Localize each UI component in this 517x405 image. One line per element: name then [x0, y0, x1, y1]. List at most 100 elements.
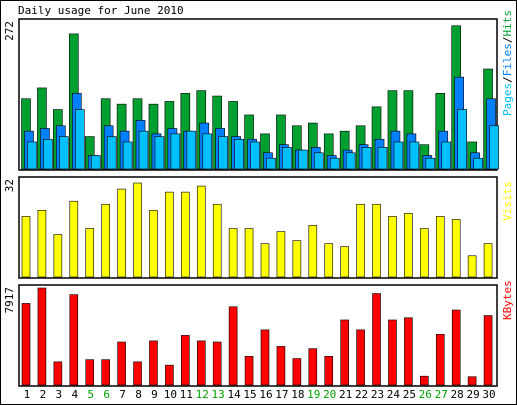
- legend-visits: Visits: [501, 181, 514, 221]
- kbytes-bar-17: [276, 346, 286, 386]
- visits-bar-25: [404, 213, 413, 278]
- kbytes-bar-11: [181, 335, 190, 386]
- x-tick-label-25: 25: [403, 388, 416, 401]
- chart-container: Daily usage for June 2010 272 32 7917 Pages…: [0, 0, 517, 405]
- kbytes-bar-20: [324, 356, 334, 386]
- visits-bar-5: [85, 228, 95, 278]
- visits-bar-27: [435, 216, 445, 278]
- panel-2-ymax-label: 32: [3, 179, 16, 192]
- pages-bar-20: [329, 157, 340, 170]
- x-tick-label-30: 30: [482, 388, 495, 401]
- pages-bar-2: [43, 138, 53, 170]
- kbytes-bar-26: [420, 375, 429, 386]
- x-tick-label-22: 22: [355, 388, 368, 401]
- visits-bar-24: [388, 216, 397, 278]
- pages-bar-25: [409, 141, 420, 170]
- x-tick-label-2: 2: [40, 388, 47, 401]
- visits-bar-22: [356, 203, 365, 278]
- x-tick-label-23: 23: [371, 388, 384, 401]
- kbytes-bar-21: [340, 319, 349, 386]
- visits-bar-1: [21, 216, 31, 278]
- visits-bar-13: [212, 203, 222, 278]
- legend-visits-part-0: Visits: [501, 181, 514, 221]
- pages-bar-21: [345, 152, 356, 170]
- x-tick-label-20: 20: [323, 388, 336, 401]
- x-tick-label-16: 16: [259, 388, 272, 401]
- pages-bar-5: [90, 155, 101, 170]
- pages-bar-6: [106, 136, 117, 170]
- x-tick-label-21: 21: [339, 388, 352, 401]
- kbytes-bar-14: [228, 306, 238, 386]
- visits-bar-12: [196, 185, 206, 278]
- kbytes-bar-13: [212, 341, 222, 386]
- x-tick-label-8: 8: [135, 388, 142, 401]
- x-tick-label-13: 13: [212, 388, 225, 401]
- kbytes-bar-30: [483, 315, 493, 386]
- kbytes-bar-6: [101, 359, 110, 386]
- visits-bar-11: [181, 191, 190, 278]
- pages-bar-1: [27, 141, 37, 170]
- legend-kbytes: KBytes: [501, 280, 514, 320]
- x-tick-label-24: 24: [387, 388, 401, 401]
- legend-pages-files-hits: Pages/Files/Hits: [501, 10, 514, 116]
- visits-bar-21: [340, 246, 349, 278]
- pages-bar-9: [154, 136, 165, 170]
- pages-bar-14: [234, 138, 244, 170]
- kbytes-bar-9: [149, 340, 158, 386]
- kbytes-bar-7: [117, 341, 126, 386]
- visits-bar-10: [165, 191, 174, 278]
- kbytes-bar-1: [21, 303, 31, 386]
- visits-bar-19: [308, 225, 318, 278]
- kbytes-bar-28: [451, 309, 461, 386]
- legend-kbytes-part-0: KBytes: [501, 280, 514, 320]
- x-tick-label-6: 6: [103, 388, 110, 401]
- legend-pages-files-hits-part-3: /: [501, 37, 514, 44]
- pages-bar-17: [282, 147, 292, 170]
- visits-bar-7: [117, 188, 126, 278]
- panel-1-ymax-label: 272: [3, 21, 16, 41]
- kbytes-bar-2: [37, 287, 47, 386]
- legend-pages-files-hits-part-1: /: [501, 76, 514, 83]
- kbytes-bar-15: [244, 356, 254, 386]
- visits-bar-17: [276, 231, 286, 278]
- x-tick-label-7: 7: [119, 388, 126, 401]
- kbytes-bar-27: [435, 333, 445, 386]
- x-tick-label-15: 15: [243, 388, 256, 401]
- pages-bar-24: [393, 141, 404, 170]
- pages-bar-15: [250, 141, 260, 170]
- x-tick-label-28: 28: [451, 388, 464, 401]
- x-tick-label-11: 11: [180, 388, 193, 401]
- pages-bar-26: [425, 157, 436, 170]
- x-tick-label-12: 12: [196, 388, 209, 401]
- kbytes-bar-12: [196, 340, 206, 386]
- visits-bar-14: [228, 228, 238, 278]
- kbytes-bar-10: [165, 364, 174, 386]
- visits-bar-3: [53, 234, 63, 278]
- legend-pages-files-hits-part-4: Hits: [501, 10, 514, 37]
- kbytes-bar-25: [404, 317, 413, 386]
- visits-bar-30: [483, 243, 493, 278]
- x-tick-label-29: 29: [466, 388, 479, 401]
- legend-pages-files-hits-part-2: Files: [501, 43, 514, 76]
- x-tick-label-19: 19: [307, 388, 320, 401]
- visits-bar-8: [133, 182, 142, 278]
- pages-bar-19: [313, 152, 324, 170]
- pages-bar-13: [218, 136, 228, 170]
- x-tick-label-3: 3: [56, 388, 63, 401]
- visits-bar-2: [37, 210, 47, 278]
- pages-bar-8: [138, 130, 149, 170]
- pages-bar-27: [441, 141, 452, 170]
- pages-bar-16: [266, 157, 276, 170]
- pages-bar-3: [59, 136, 69, 170]
- visits-bar-15: [244, 228, 254, 278]
- kbytes-bar-18: [292, 358, 302, 386]
- x-tick-label-1: 1: [24, 388, 31, 401]
- x-tick-label-14: 14: [227, 388, 241, 401]
- pages-bar-10: [170, 133, 181, 170]
- visits-bar-28: [451, 219, 461, 278]
- kbytes-bar-5: [85, 359, 95, 386]
- pages-bar-28: [457, 109, 468, 170]
- kbytes-bar-16: [260, 329, 270, 386]
- pages-bar-22: [361, 147, 372, 170]
- legend-pages-files-hits-part-0: Pages: [501, 83, 514, 116]
